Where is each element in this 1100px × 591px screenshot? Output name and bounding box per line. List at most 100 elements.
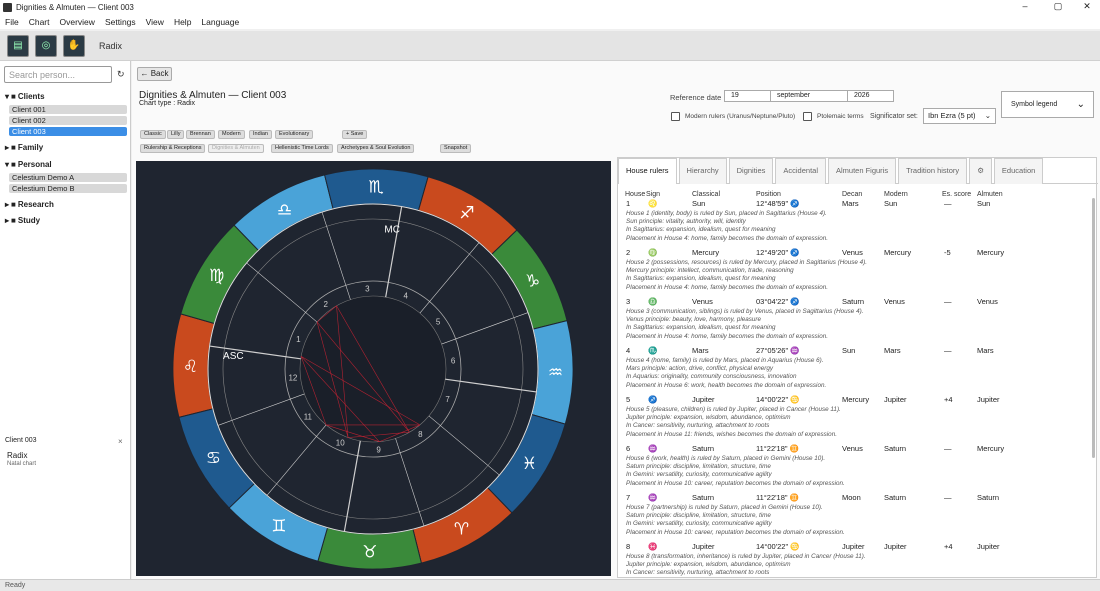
- preset-evolutionary[interactable]: Evolutionary: [275, 130, 314, 139]
- group-research[interactable]: ▸ ■ Research: [5, 200, 54, 209]
- client-panel-sub: Natal chart: [7, 461, 37, 467]
- minimize-button[interactable]: –: [1010, 0, 1040, 14]
- menu-help[interactable]: Help: [174, 17, 191, 27]
- cell-modern: Jupiter: [884, 542, 907, 551]
- preset-lilly[interactable]: Lilly: [167, 130, 185, 139]
- cell-sign: ♍: [648, 248, 658, 257]
- cell-classical: Saturn: [692, 493, 715, 502]
- menu-chart[interactable]: Chart: [29, 17, 50, 27]
- date-day[interactable]: 19: [724, 90, 771, 102]
- view-hellenistic[interactable]: Hellenistic Time Lords: [271, 144, 333, 153]
- ptolemaic-checkbox[interactable]: [803, 112, 812, 121]
- menu-settings[interactable]: Settings: [105, 17, 136, 27]
- view-archetypes[interactable]: Archetypes & Soul Evolution: [337, 144, 415, 153]
- refresh-icon[interactable]: ↻: [117, 69, 125, 80]
- tab-settings[interactable]: ⚙: [969, 158, 992, 184]
- chevron-down-icon: ⌄: [1076, 99, 1085, 110]
- date-month[interactable]: september: [770, 90, 848, 102]
- house-cusp-line: [266, 424, 327, 496]
- cell-classical: Sun: [692, 199, 706, 208]
- cell-almuten: Mercury: [977, 248, 1005, 257]
- chart-view-button[interactable]: ▤: [7, 34, 29, 57]
- date-year[interactable]: 2026: [847, 90, 894, 102]
- row-description: Placement in House 4: home, family becom…: [626, 283, 828, 291]
- sidebar-item-client-002[interactable]: Client 002: [9, 116, 127, 125]
- cell-modern: Venus: [884, 297, 905, 306]
- cell-sign: ♒: [648, 493, 658, 502]
- tab-almuten-figuris[interactable]: Almuten Figuris: [828, 158, 897, 184]
- menu-bar: File Chart Overview Settings View Help L…: [0, 14, 1100, 29]
- maximize-button[interactable]: ▢: [1043, 0, 1073, 14]
- search-input[interactable]: Search person...: [4, 66, 112, 83]
- symbol-legend-toggle[interactable]: Symbol legend ⌄: [1001, 91, 1094, 118]
- view-rulership[interactable]: Rulership & Receptions: [140, 144, 206, 153]
- cell-almuten: Venus: [977, 297, 998, 306]
- zodiac-sign-glyph: ♉: [362, 542, 377, 562]
- cell-house: 3: [626, 297, 631, 306]
- col-modern: Modern: [884, 191, 908, 198]
- sidebar-item-client-001[interactable]: Client 001: [9, 105, 127, 114]
- sidebar-item-demo-b[interactable]: Celestium Demo B: [9, 184, 127, 193]
- snapshot-button[interactable]: Snapshot: [440, 144, 472, 153]
- menu-view[interactable]: View: [146, 17, 164, 27]
- cell-score: +4: [944, 395, 953, 404]
- modern-rulers-checkbox[interactable]: [671, 112, 680, 121]
- cell-score: —: [944, 297, 952, 306]
- tab-bar: House rulers Hierarchy Dignities Acciden…: [618, 158, 1098, 184]
- scrollbar[interactable]: [1092, 198, 1095, 458]
- expand-icon: ▾: [5, 160, 10, 169]
- house-cusp-line: [217, 393, 305, 426]
- house-number: 8: [418, 430, 423, 439]
- preset-brennan[interactable]: Brennan: [186, 130, 215, 139]
- preset-classic[interactable]: Classic: [140, 130, 166, 139]
- row-description: Placement in House 10: career, reputatio…: [626, 479, 845, 487]
- cell-classical: Jupiter: [692, 542, 715, 551]
- folder-icon: ■: [11, 92, 16, 101]
- tab-tradition-history[interactable]: Tradition history: [898, 158, 968, 184]
- title-bar: Dignities & Almuten — Client 003 – ▢ ✕: [0, 0, 1100, 14]
- menu-file[interactable]: File: [5, 17, 19, 27]
- cell-classical: Jupiter: [692, 395, 715, 404]
- view-dignities[interactable]: Dignities & Almuten: [208, 144, 264, 153]
- tab-house-rulers[interactable]: House rulers: [618, 158, 677, 184]
- toolbar: ▤ ◎ ✋ Radix: [0, 31, 1100, 61]
- cell-decan: Venus: [842, 248, 863, 257]
- house-number: 9: [376, 445, 381, 454]
- cell-decan: Sun: [842, 346, 856, 355]
- significator-select[interactable]: Ibn Ezra (5 pt) ⌄: [923, 108, 996, 124]
- window-title: Dignities & Almuten — Client 003: [16, 2, 134, 12]
- group-family[interactable]: ▸ ■ Family: [5, 143, 43, 152]
- expand-icon: ▸: [5, 200, 10, 209]
- menu-language[interactable]: Language: [201, 17, 239, 27]
- zodiac-sign-glyph: ♎: [277, 200, 292, 220]
- row-description: House 2 (possessions, resources) is rule…: [626, 259, 868, 266]
- cell-decan: Mars: [842, 199, 859, 208]
- close-button[interactable]: ✕: [1072, 0, 1100, 14]
- back-button[interactable]: ← Back: [137, 67, 172, 81]
- sidebar-item-demo-a[interactable]: Celestium Demo A: [9, 173, 127, 182]
- hand-view-button[interactable]: ✋: [63, 34, 85, 57]
- group-study[interactable]: ▸ ■ Study: [5, 216, 40, 225]
- close-icon[interactable]: ×: [118, 437, 123, 446]
- zodiac-sign-glyph: ♓: [522, 454, 537, 474]
- group-personal[interactable]: ▾ ■ Personal: [5, 160, 52, 169]
- preset-indian[interactable]: Indian: [249, 130, 272, 139]
- house-number: 1: [296, 335, 301, 344]
- cell-sign: ♐: [648, 395, 658, 404]
- tab-hierarchy[interactable]: Hierarchy: [678, 158, 727, 184]
- cell-decan: Jupiter: [842, 542, 865, 551]
- tab-education[interactable]: Education: [993, 158, 1044, 184]
- row-description: Mercury principle: intellect, communicat…: [626, 267, 794, 275]
- wheel-view-button[interactable]: ◎: [35, 34, 57, 57]
- tab-dignities[interactable]: Dignities: [728, 158, 774, 184]
- save-button[interactable]: + Save: [342, 130, 368, 139]
- tab-accidental[interactable]: Accidental: [775, 158, 826, 184]
- menu-overview[interactable]: Overview: [60, 17, 95, 27]
- cell-position: 12°48'59" ♐: [756, 199, 800, 208]
- sidebar: Search person... ↻ ▾ ■ Clients Client 001 …: [0, 61, 131, 579]
- sidebar-item-client-003[interactable]: Client 003: [9, 127, 127, 136]
- cell-position: 03°04'22" ♐: [756, 297, 800, 306]
- row-description: In Sagittarius: expansion, idealism, que…: [626, 275, 776, 283]
- group-clients[interactable]: ▾ ■ Clients: [5, 92, 45, 101]
- preset-modern[interactable]: Modern: [218, 130, 245, 139]
